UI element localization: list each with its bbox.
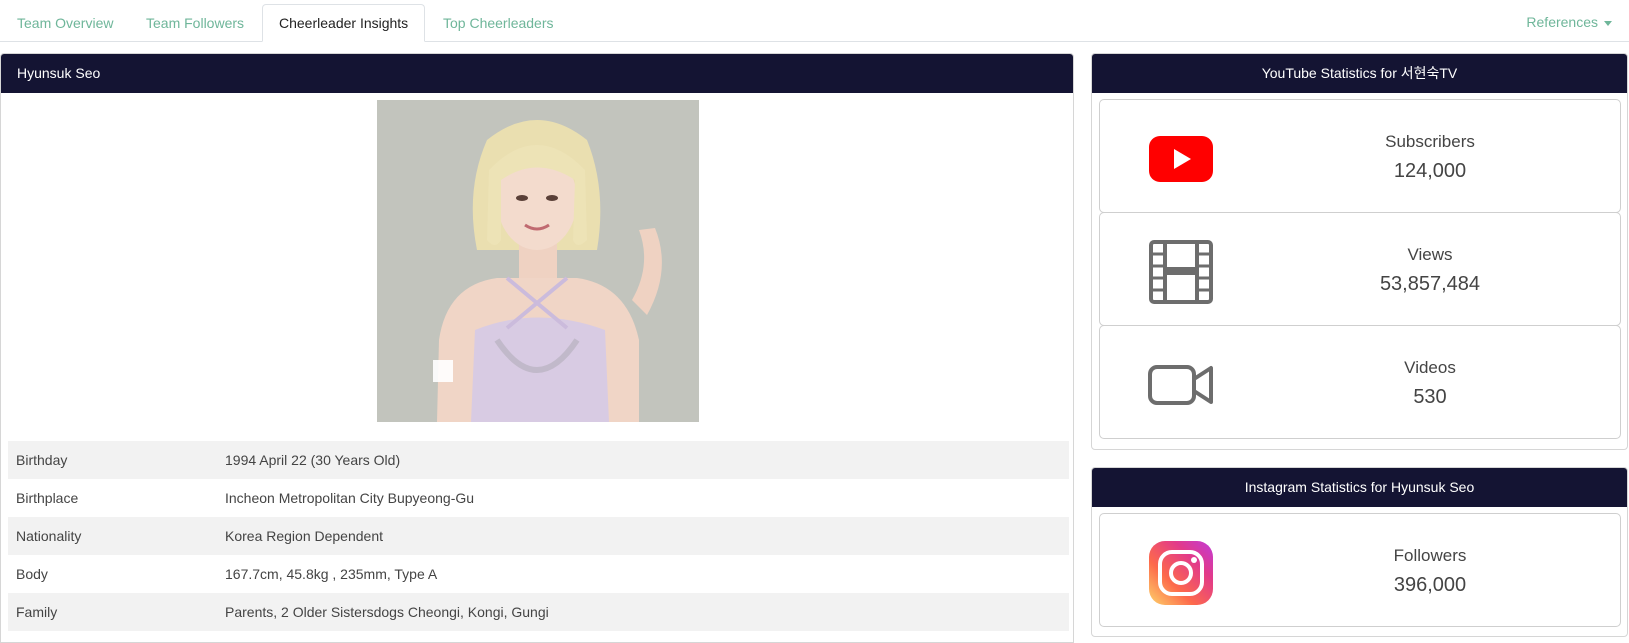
subscribers-value: 124,000 — [1393, 160, 1467, 182]
followers-text: Followers 396,000 — [1330, 544, 1530, 600]
videos-label: Videos — [1404, 358, 1456, 377]
table-row: Family Parents, 2 Older Sistersdogs Cheo… — [8, 593, 1069, 631]
references-dropdown[interactable]: References — [1526, 4, 1612, 40]
tab-team-overview[interactable]: Team Overview — [0, 4, 130, 42]
views-text: Views 53,857,484 — [1330, 243, 1530, 299]
row-key: Nationality — [16, 528, 82, 544]
row-key: Birthday — [16, 452, 68, 468]
references-label: References — [1526, 14, 1598, 30]
videos-value: 530 — [1413, 386, 1447, 408]
row-value: 1994 April 22 (30 Years Old) — [225, 452, 401, 468]
table-row: Birthplace Incheon Metropolitan City Bup… — [8, 479, 1069, 517]
videos-stat: Videos 530 — [1099, 325, 1621, 439]
row-key: Family — [16, 604, 58, 620]
film-icon — [1148, 239, 1214, 305]
profile-name-header: Hyunsuk Seo — [1, 54, 1073, 93]
row-value: Parents, 2 Older Sistersdogs Cheongi, Ko… — [225, 604, 549, 620]
followers-label: Followers — [1393, 546, 1467, 565]
row-value: Korea Region Dependent — [225, 528, 384, 544]
nav-tabs: Team Overview Team Followers Cheerleader… — [0, 0, 1629, 42]
instagram-logo-icon — [1148, 540, 1214, 606]
tab-team-followers[interactable]: Team Followers — [129, 4, 261, 42]
followers-value: 396,000 — [1393, 574, 1467, 596]
profile-info-table: Birthday 1994 April 22 (30 Years Old) Bi… — [8, 441, 1069, 631]
subscribers-label: Subscribers — [1385, 132, 1475, 151]
row-value: 167.7cm, 45.8kg , 235mm, Type A — [225, 566, 438, 582]
views-stat: Views 53,857,484 — [1099, 212, 1621, 326]
youtube-logo-icon — [1148, 126, 1214, 192]
row-key: Birthplace — [16, 490, 79, 506]
youtube-stats-card: YouTube Statistics for 서현숙TV Subscribers… — [1091, 53, 1628, 450]
subscribers-text: Subscribers 124,000 — [1330, 130, 1530, 186]
profile-card: Hyunsuk Seo Birthday 1994 April 22 (30 Y… — [0, 53, 1074, 643]
youtube-stats-title: YouTube Statistics for 서현숙TV — [1092, 54, 1627, 93]
table-row: Birthday 1994 April 22 (30 Years Old) — [8, 441, 1069, 479]
views-label: Views — [1407, 245, 1453, 264]
tab-cheerleader-insights[interactable]: Cheerleader Insights — [262, 4, 426, 42]
video-camera-icon — [1148, 352, 1214, 418]
instagram-stats-title: Instagram Statistics for Hyunsuk Seo — [1092, 468, 1627, 507]
videos-text: Videos 530 — [1330, 356, 1530, 412]
views-value: 53,857,484 — [1379, 273, 1481, 295]
followers-stat: Followers 396,000 — [1099, 513, 1621, 627]
row-key: Body — [16, 566, 48, 582]
caret-down-icon — [1604, 20, 1612, 26]
subscribers-stat: Subscribers 124,000 — [1099, 99, 1621, 213]
tab-top-cheerleaders[interactable]: Top Cheerleaders — [426, 4, 571, 42]
table-row: Body 167.7cm, 45.8kg , 235mm, Type A — [8, 555, 1069, 593]
table-row: Nationality Korea Region Dependent — [8, 517, 1069, 555]
instagram-stats-card: Instagram Statistics for Hyunsuk Seo Fol… — [1091, 467, 1628, 637]
row-value: Incheon Metropolitan City Bupyeong-Gu — [225, 490, 475, 506]
profile-photo — [377, 100, 699, 422]
